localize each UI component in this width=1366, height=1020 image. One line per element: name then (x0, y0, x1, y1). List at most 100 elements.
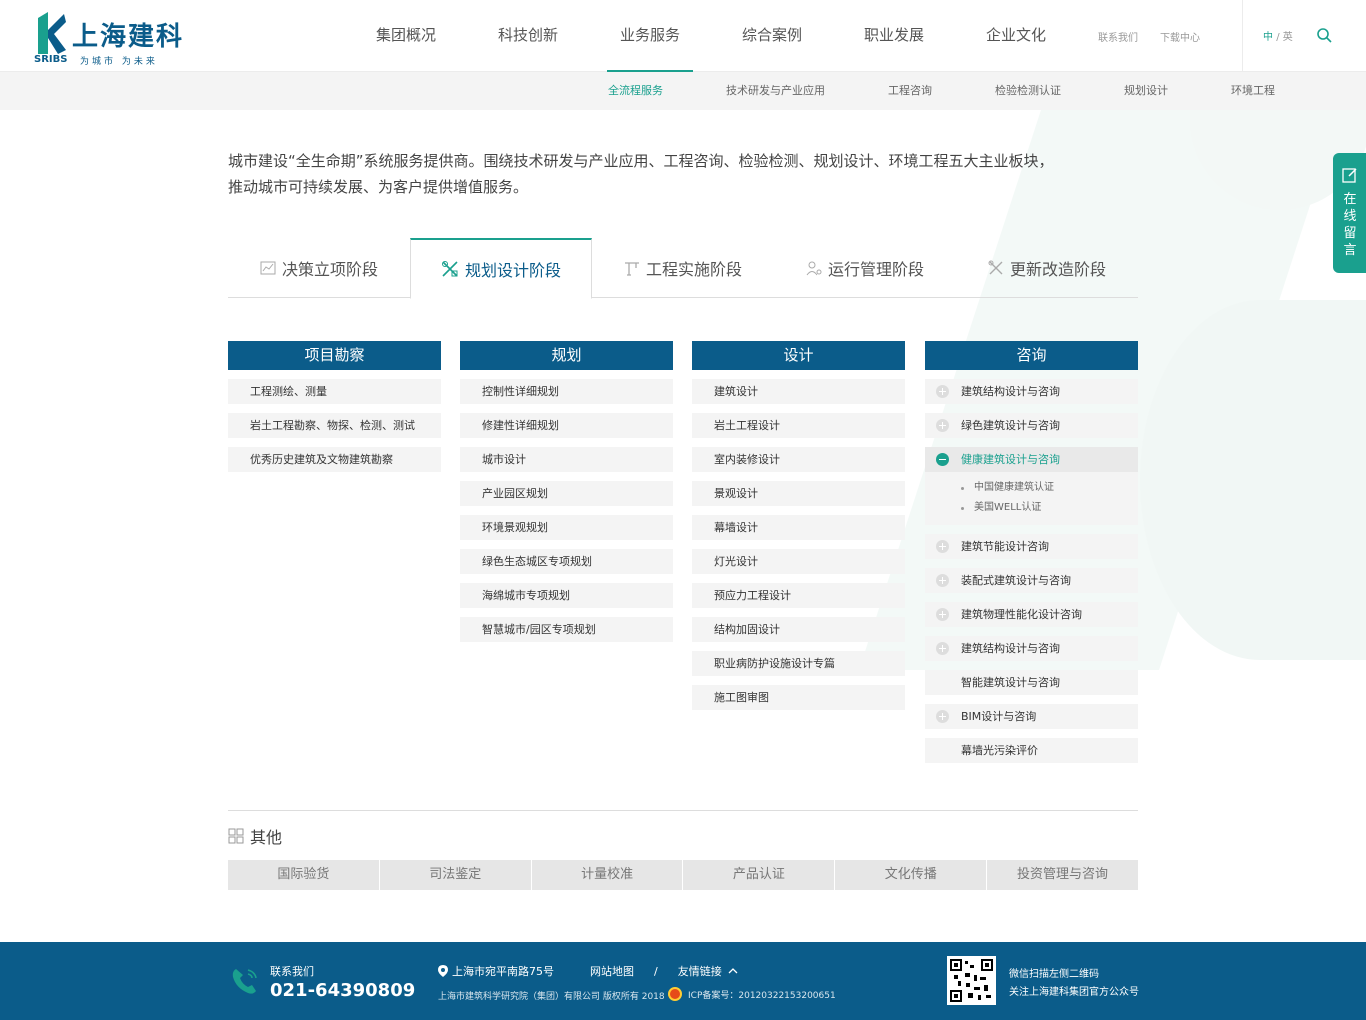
subnav-full-process[interactable]: 全流程服务 (598, 72, 673, 110)
other-item[interactable]: 国际验货 (228, 860, 380, 890)
list-item[interactable]: 建筑物理性能化设计咨询 (925, 602, 1138, 627)
site-header: 上海建科 SRIBS 为城市 为未来 集团概况 科技创新 业务服务 综合案例 职… (0, 0, 1366, 72)
list-item[interactable]: 智能建筑设计与咨询 (925, 670, 1138, 695)
column-survey: 项目勘察 工程测绘、测量 岩土工程勘察、物探、检测、测试 优秀历史建筑及文物建筑… (228, 341, 441, 481)
list-item[interactable]: 装配式建筑设计与咨询 (925, 568, 1138, 593)
footer-phone: 021-64390809 (270, 980, 416, 1001)
friend-links-toggle[interactable]: 友情链接 (678, 963, 722, 979)
tab-design-stage[interactable]: 规划设计阶段 (410, 238, 592, 299)
subnav-rd[interactable]: 技术研发与产业应用 (716, 72, 835, 110)
other-item[interactable]: 产品认证 (683, 860, 836, 890)
other-item[interactable]: 司法鉴定 (380, 860, 532, 890)
list-item[interactable]: 产业园区规划 (460, 481, 673, 506)
list-item[interactable]: 岩土工程勘察、物探、检测、测试 (228, 413, 441, 438)
list-item[interactable]: 优秀历史建筑及文物建筑勘察 (228, 447, 441, 472)
lang-zh[interactable]: 中 (1263, 32, 1273, 43)
sub-list: 中国健康建筑认证 美国WELL认证 (925, 472, 1138, 525)
list-item-label: 装配式建筑设计与咨询 (961, 574, 1071, 587)
lang-en[interactable]: 英 (1283, 32, 1293, 43)
subnav-environment[interactable]: 环境工程 (1221, 72, 1285, 110)
list-item[interactable]: 景观设计 (692, 481, 905, 506)
sub-list-item[interactable]: 美国WELL认证 (961, 498, 1138, 518)
footer-address-text: 上海市宛平南路75号 (452, 965, 554, 978)
list-item-label: 绿色建筑设计与咨询 (961, 419, 1060, 432)
footer-icp[interactable]: ICP备案号：20120322153200651 (668, 987, 836, 1001)
list-item[interactable]: 幕墙设计 (692, 515, 905, 540)
footer-address: 上海市宛平南路75号 (438, 963, 554, 979)
list-item[interactable]: 城市设计 (460, 447, 673, 472)
wechat-qr-code (947, 956, 996, 1005)
subnav-planning[interactable]: 规划设计 (1114, 72, 1178, 110)
list-item[interactable]: 修建性详细规划 (460, 413, 673, 438)
list-item[interactable]: 结构加固设计 (692, 617, 905, 642)
tab-label: 决策立项阶段 (281, 260, 378, 279)
column-consulting: 咨询 建筑结构设计与咨询 绿色建筑设计与咨询 健康建筑设计与咨询 中国健康建筑认… (925, 341, 1138, 772)
sub-nav: 全流程服务 技术研发与产业应用 工程咨询 检验检测认证 规划设计 环境工程 (0, 72, 1366, 110)
chart-icon (260, 261, 276, 275)
collapse-icon[interactable] (936, 453, 949, 466)
nav-item-careers[interactable]: 职业发展 (833, 0, 955, 72)
list-item[interactable]: 预应力工程设计 (692, 583, 905, 608)
nav-item-cases[interactable]: 综合案例 (711, 0, 833, 72)
column-title: 设计 (692, 341, 905, 370)
subnav-consulting[interactable]: 工程咨询 (878, 72, 942, 110)
list-item[interactable]: BIM设计与咨询 (925, 704, 1138, 729)
intro-text: 城市建设“全生命期”系统服务提供商。围绕技术研发与产业应用、工程咨询、检验检测、… (228, 148, 1148, 200)
contact-link[interactable]: 联系我们 (1098, 29, 1138, 44)
tab-construction-stage[interactable]: 工程实施阶段 (592, 238, 774, 298)
download-link[interactable]: 下载中心 (1160, 29, 1200, 44)
list-item[interactable]: 智慧城市/园区专项规划 (460, 617, 673, 642)
expand-icon[interactable] (936, 642, 949, 655)
nav-item-group-overview[interactable]: 集团概况 (345, 0, 467, 72)
list-item[interactable]: 灯光设计 (692, 549, 905, 574)
section-divider (228, 810, 1138, 811)
chevron-up-icon[interactable] (728, 967, 738, 975)
expand-icon[interactable] (936, 608, 949, 621)
list-item[interactable]: 工程测绘、测量 (228, 379, 441, 404)
column-planning: 规划 控制性详细规划 修建性详细规划 城市设计 产业园区规划 环境景观规划 绿色… (460, 341, 673, 651)
column-design: 设计 建筑设计 岩土工程设计 室内装修设计 景观设计 幕墙设计 灯光设计 预应力… (692, 341, 905, 719)
list-item[interactable]: 室内装修设计 (692, 447, 905, 472)
other-item[interactable]: 计量校准 (532, 860, 684, 890)
expand-icon[interactable] (936, 710, 949, 723)
list-item[interactable]: 幕墙光污染评价 (925, 738, 1138, 763)
subnav-testing[interactable]: 检验检测认证 (985, 72, 1071, 110)
expand-icon[interactable] (936, 540, 949, 553)
other-item[interactable]: 投资管理与咨询 (987, 860, 1138, 890)
list-item[interactable]: 建筑结构设计与咨询 (925, 379, 1138, 404)
search-icon[interactable] (1316, 27, 1332, 43)
list-item[interactable]: 环境景观规划 (460, 515, 673, 540)
list-item[interactable]: 职业病防护设施设计专篇 (692, 651, 905, 676)
nav-item-business[interactable]: 业务服务 (589, 0, 711, 72)
tab-operation-stage[interactable]: 运行管理阶段 (774, 238, 956, 298)
location-icon (438, 965, 448, 977)
site-logo[interactable]: 上海建科 SRIBS 为城市 为未来 (34, 8, 194, 67)
expand-icon[interactable] (936, 385, 949, 398)
tab-decision-stage[interactable]: 决策立项阶段 (228, 238, 410, 298)
list-item[interactable]: 建筑节能设计咨询 (925, 534, 1138, 559)
expand-icon[interactable] (936, 419, 949, 432)
list-item[interactable]: 海绵城市专项规划 (460, 583, 673, 608)
list-item[interactable]: 施工图审图 (692, 685, 905, 710)
list-item-expanded[interactable]: 健康建筑设计与咨询 (925, 447, 1138, 472)
list-item[interactable]: 绿色生态城区专项规划 (460, 549, 673, 574)
other-item[interactable]: 文化传播 (835, 860, 988, 890)
grid-icon (228, 828, 244, 844)
online-message-label: 在线留言 (1343, 192, 1357, 258)
expand-icon[interactable] (936, 574, 949, 587)
tab-renovation-stage[interactable]: 更新改造阶段 (956, 238, 1138, 298)
list-item[interactable]: 建筑设计 (692, 379, 905, 404)
nav-item-innovation[interactable]: 科技创新 (467, 0, 589, 72)
list-item-label: BIM设计与咨询 (961, 710, 1037, 723)
main-nav: 集团概况 科技创新 业务服务 综合案例 职业发展 企业文化 (345, 0, 1077, 72)
list-item[interactable]: 绿色建筑设计与咨询 (925, 413, 1138, 438)
sub-list-item[interactable]: 中国健康建筑认证 (961, 478, 1138, 498)
list-item[interactable]: 建筑结构设计与咨询 (925, 636, 1138, 661)
logo-slogan: 为城市 为未来 (80, 57, 158, 67)
nav-item-culture[interactable]: 企业文化 (955, 0, 1077, 72)
phone-icon (232, 969, 257, 994)
sitemap-link[interactable]: 网站地图 (590, 963, 634, 979)
online-message-button[interactable]: 在线留言 (1333, 153, 1366, 273)
list-item[interactable]: 岩土工程设计 (692, 413, 905, 438)
list-item[interactable]: 控制性详细规划 (460, 379, 673, 404)
